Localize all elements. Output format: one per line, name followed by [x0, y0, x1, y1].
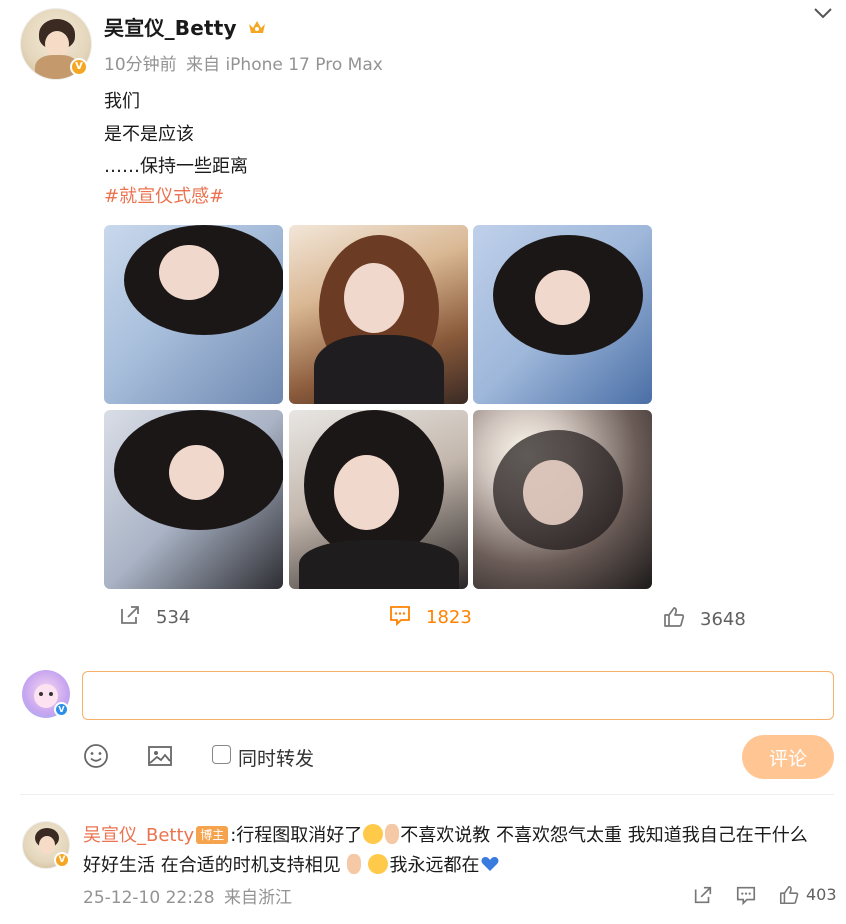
post-photo-1[interactable] — [104, 225, 283, 404]
smile-icon[interactable] — [82, 742, 110, 770]
comment-like-count: 403 — [806, 885, 837, 904]
pointing-hand-icon — [385, 824, 400, 844]
comment-text-1: 行程图取消好了 — [236, 825, 363, 846]
divider — [20, 794, 834, 795]
comment-meta: 25-12-10 22:28 来自浙江 — [83, 883, 292, 908]
post-time[interactable]: 10分钟前 — [104, 55, 177, 75]
post-photo-5[interactable] — [289, 410, 468, 589]
post-source: 来自 iPhone 17 Pro Max — [186, 55, 383, 75]
post-photo-4[interactable] — [104, 410, 283, 589]
crown-icon — [247, 17, 267, 35]
verified-badge-icon: V — [54, 702, 69, 717]
image-icon[interactable] — [146, 742, 174, 770]
comment-input[interactable] — [83, 672, 833, 719]
thumbs-up-icon — [662, 605, 686, 634]
post-author-name[interactable]: 吴宣仪_Betty — [104, 16, 237, 40]
like-button[interactable]: 3648 — [662, 605, 746, 634]
comment-text-4: 我永远都在 — [389, 855, 480, 876]
comment-text-2: 不喜欢说教 不喜欢怨气太重 我知道我自己在干什么 — [400, 825, 808, 846]
submit-comment-button[interactable]: 评论 — [742, 735, 834, 779]
chevron-down-icon[interactable] — [812, 4, 834, 22]
post-photo-6[interactable] — [473, 410, 652, 589]
comment-count: 1823 — [426, 607, 472, 628]
comment-body: 吴宣仪_Betty 博主:行程图取消好了 不喜欢说教 不喜欢怨气太重 我知道我自己在… — [83, 821, 833, 881]
relieved-face-icon — [363, 824, 384, 844]
pointing-hand-icon — [346, 854, 361, 874]
verified-badge-icon: V — [70, 58, 88, 76]
post-photo-2[interactable] — [289, 225, 468, 404]
repost-button[interactable]: 534 — [118, 603, 190, 632]
comment-reply-icon[interactable] — [735, 884, 757, 906]
post-meta: 10分钟前 来自 iPhone 17 Pro Max — [104, 50, 383, 75]
comment-button[interactable]: 1823 — [388, 603, 472, 632]
comment-location: 来自浙江 — [223, 888, 292, 908]
repost-icon — [118, 603, 142, 632]
repost-count: 534 — [156, 607, 191, 628]
comment-repost-icon[interactable] — [692, 884, 714, 906]
post-text-line-3: ……保持一些距离 — [104, 156, 248, 177]
post-text-line-2: 是不是应该 — [104, 124, 194, 145]
like-count: 3648 — [700, 609, 746, 630]
blue-heart-icon — [480, 854, 500, 874]
thumbs-up-icon[interactable] — [778, 884, 800, 906]
comment-input-box[interactable] — [82, 671, 834, 720]
verified-badge-icon: V — [54, 852, 70, 868]
post-photo-3[interactable] — [473, 225, 652, 404]
post-author[interactable]: 吴宣仪_Betty — [104, 12, 267, 41]
comment-text-3: 好好生活 在合适的时机支持相见 — [83, 855, 341, 876]
relieved-face-icon — [368, 854, 389, 874]
repost-checkbox-label[interactable]: 同时转发 — [238, 744, 314, 771]
blogger-badge: 博主 — [196, 826, 229, 844]
comment-icon — [388, 603, 412, 632]
comment-author-name[interactable]: 吴宣仪_Betty — [83, 825, 194, 846]
post-hashtag[interactable]: #就宣仪式感# — [104, 182, 224, 208]
post-text-line-1: 我们 — [104, 91, 140, 112]
comment-date: 25-12-10 22:28 — [83, 888, 215, 908]
repost-checkbox[interactable] — [212, 745, 231, 764]
